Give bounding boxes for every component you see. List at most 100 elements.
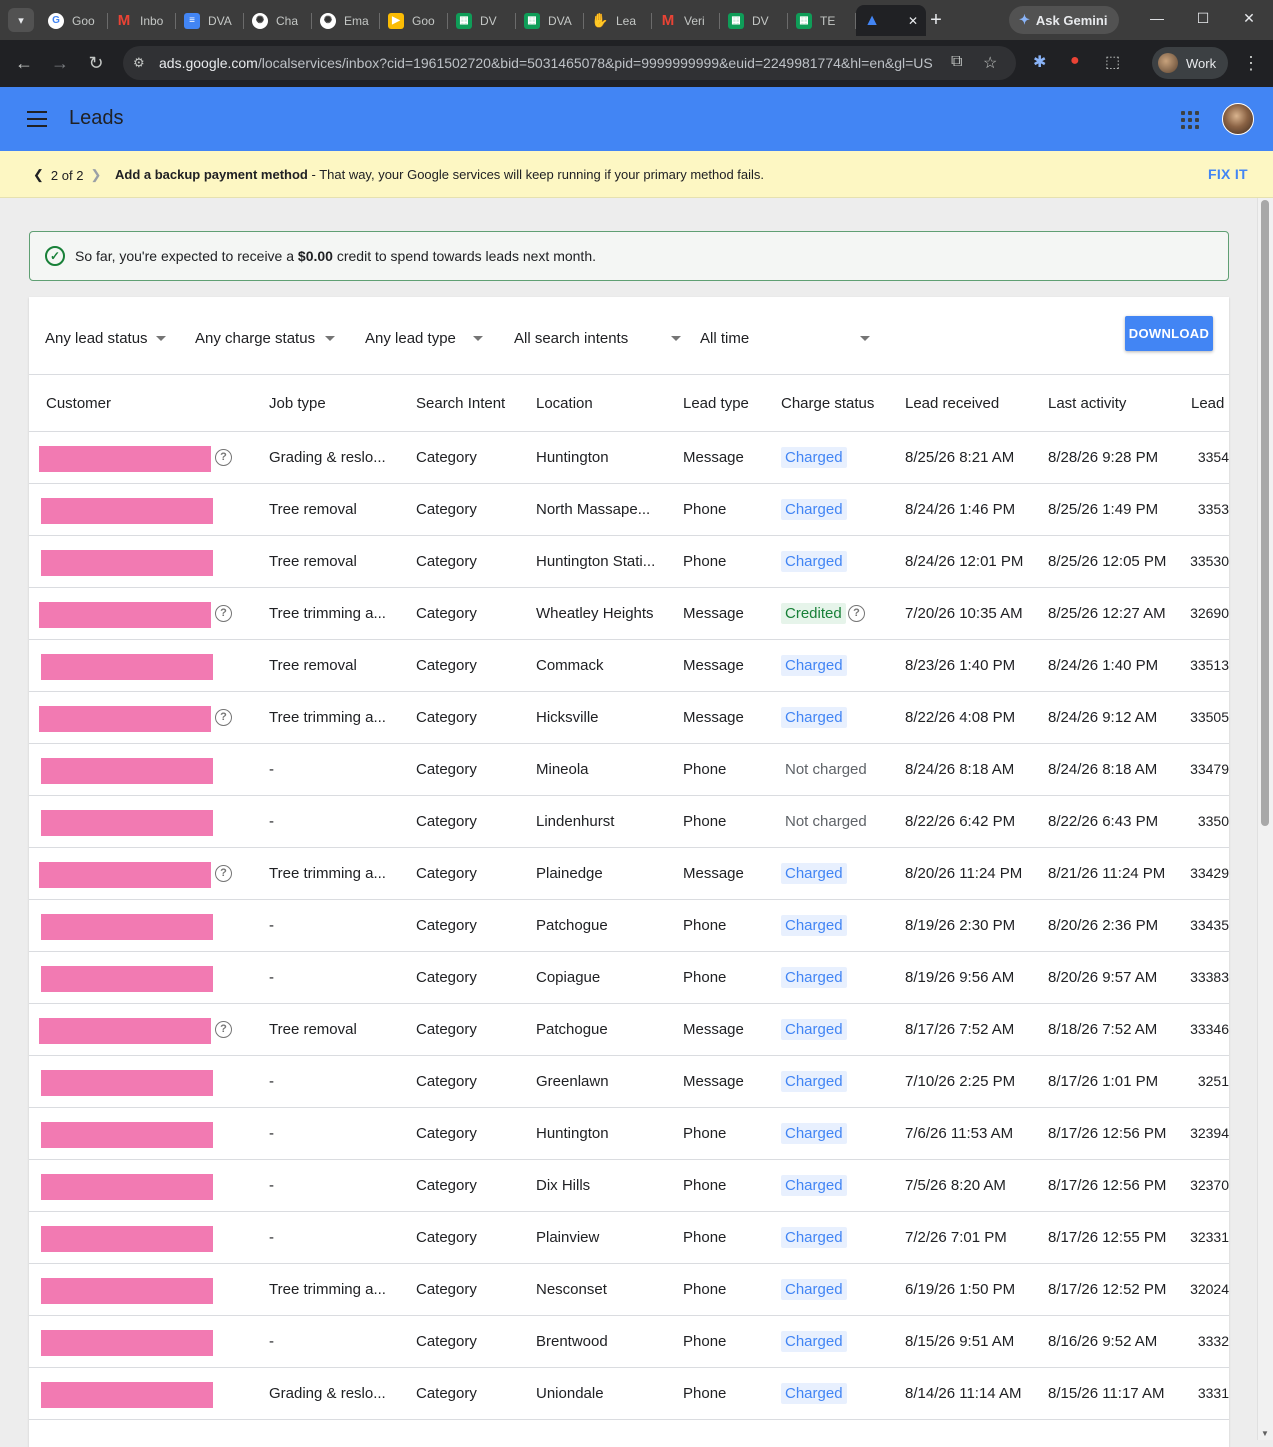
table-row[interactable]: Tree trimming a... Category Nesconset Phone… bbox=[29, 1264, 1229, 1316]
maximize-icon[interactable]: ☐ bbox=[1193, 10, 1213, 27]
customer-name-redacted[interactable] bbox=[41, 498, 213, 524]
table-row[interactable]: ? Tree removal Category Patchogue Message 8/1… bbox=[29, 1004, 1229, 1056]
table-row[interactable]: - Category Greenlawn Message 7/10/26 2:25 PM… bbox=[29, 1056, 1229, 1108]
table-row[interactable]: Tree removal Category Commack Message 8/23/2… bbox=[29, 640, 1229, 692]
help-icon[interactable]: ? bbox=[215, 605, 232, 622]
fix-it-button[interactable]: FIX IT bbox=[1208, 166, 1248, 182]
page-scrollbar[interactable]: ▼ bbox=[1257, 198, 1273, 1440]
browser-tab[interactable]: ✺ Cha bbox=[244, 5, 312, 36]
table-row[interactable]: - Category Copiague Phone 8/19/26 9:56 AM 8/2… bbox=[29, 952, 1229, 1004]
table-row[interactable]: - Category Plainview Phone 7/2/26 7:01 PM 8/1… bbox=[29, 1212, 1229, 1264]
browser-tab[interactable]: M Inbo bbox=[108, 5, 176, 36]
browser-tab[interactable]: M Veri bbox=[652, 5, 720, 36]
customer-name-redacted[interactable] bbox=[41, 1382, 213, 1408]
browser-tab[interactable]: G Goo bbox=[40, 5, 108, 36]
close-window-icon[interactable]: ✕ bbox=[1239, 10, 1259, 27]
customer-name-redacted[interactable] bbox=[41, 1174, 213, 1200]
help-icon[interactable]: ? bbox=[215, 709, 232, 726]
column-header-search-intent[interactable]: Search Intent bbox=[416, 395, 505, 412]
table-row[interactable] bbox=[29, 1420, 1229, 1447]
help-icon[interactable]: ? bbox=[215, 449, 232, 466]
next-notice-icon[interactable]: ❯ bbox=[90, 167, 101, 183]
customer-name-redacted[interactable] bbox=[41, 550, 213, 576]
close-tab-icon[interactable]: ✕ bbox=[908, 14, 918, 28]
table-row[interactable]: Tree removal Category Huntington Stati... P… bbox=[29, 536, 1229, 588]
column-header-last-activity[interactable]: Last activity bbox=[1048, 395, 1126, 412]
customer-name-redacted[interactable] bbox=[41, 1122, 213, 1148]
charge-status-filter[interactable]: Any charge status bbox=[195, 330, 335, 347]
table-row[interactable]: - Category Dix Hills Phone 7/5/26 8:20 AM 8/1… bbox=[29, 1160, 1229, 1212]
reload-icon[interactable]: ↻ bbox=[85, 53, 107, 73]
bookmark-star-icon[interactable]: ☆ bbox=[983, 53, 997, 73]
customer-name-redacted[interactable] bbox=[41, 810, 213, 836]
browser-tab[interactable]: ▦ DV bbox=[448, 5, 516, 36]
table-row[interactable]: - Category Patchogue Phone 8/19/26 2:30 PM 8/… bbox=[29, 900, 1229, 952]
install-app-icon[interactable]: ⧉ bbox=[951, 53, 962, 71]
account-avatar[interactable] bbox=[1222, 103, 1254, 135]
customer-name-redacted[interactable] bbox=[41, 914, 213, 940]
browser-tab[interactable]: ≡ DVA bbox=[176, 5, 244, 36]
help-icon[interactable]: ? bbox=[215, 865, 232, 882]
customer-name-redacted[interactable] bbox=[41, 1226, 213, 1252]
table-row[interactable]: - Category Lindenhurst Phone 8/22/26 6:42 PM… bbox=[29, 796, 1229, 848]
site-info-icon[interactable]: ⚙ bbox=[133, 55, 145, 71]
lead-type-filter[interactable]: Any lead type bbox=[365, 330, 483, 347]
customer-name-redacted[interactable] bbox=[41, 1330, 213, 1356]
extension-warning-icon[interactable]: ● bbox=[1070, 52, 1080, 70]
browser-tab[interactable]: ▦ TE bbox=[788, 5, 856, 36]
browser-tab[interactable]: ▲ ✕ bbox=[856, 5, 926, 36]
table-row[interactable]: ? Grading & reslo... Category Huntington Mes… bbox=[29, 432, 1229, 484]
ask-gemini-button[interactable]: ✦ Ask Gemini bbox=[1009, 6, 1120, 34]
download-button[interactable]: DOWNLOAD bbox=[1125, 316, 1213, 351]
scrollbar-thumb[interactable] bbox=[1261, 200, 1269, 826]
menu-icon[interactable] bbox=[27, 111, 47, 127]
customer-name-redacted[interactable] bbox=[39, 602, 211, 628]
customer-name-redacted[interactable] bbox=[41, 966, 213, 992]
address-bar[interactable]: ⚙ ads.google.com/localservices/inbox?cid… bbox=[123, 46, 1016, 80]
column-header-customer[interactable]: Customer bbox=[46, 395, 111, 412]
column-header-location[interactable]: Location bbox=[536, 395, 593, 412]
lead-status-filter[interactable]: Any lead status bbox=[45, 330, 166, 347]
browser-tab[interactable]: ▶ Goo bbox=[380, 5, 448, 36]
customer-name-redacted[interactable] bbox=[39, 706, 211, 732]
column-header-lead-received[interactable]: Lead received bbox=[905, 395, 999, 412]
browser-tab[interactable]: ▦ DV bbox=[720, 5, 788, 36]
browser-tab[interactable]: ✺ Ema bbox=[312, 5, 380, 36]
customer-name-redacted[interactable] bbox=[41, 1070, 213, 1096]
table-row[interactable]: - Category Huntington Phone 7/6/26 11:53 AM 8… bbox=[29, 1108, 1229, 1160]
column-header-lead-id[interactable]: Lead bbox=[1191, 395, 1224, 412]
url-text[interactable]: ads.google.com/localservices/inbox?cid=1… bbox=[159, 55, 949, 71]
previous-notice-icon[interactable]: ❮ bbox=[33, 167, 44, 183]
table-row[interactable]: ? Tree trimming a... Category Wheatley Heig… bbox=[29, 588, 1229, 640]
extensions-puzzle-icon[interactable]: ⬚ bbox=[1105, 52, 1120, 72]
date-range-filter[interactable]: All time bbox=[700, 330, 870, 347]
scroll-down-icon[interactable]: ▼ bbox=[1261, 1429, 1269, 1438]
column-header-lead-type[interactable]: Lead type bbox=[683, 395, 749, 412]
browser-tab[interactable]: ✋ Lea bbox=[584, 5, 652, 36]
customer-name-redacted[interactable] bbox=[39, 1018, 211, 1044]
minimize-icon[interactable]: — bbox=[1147, 10, 1167, 26]
forward-icon[interactable]: → bbox=[49, 53, 71, 73]
profile-button[interactable]: Work bbox=[1152, 47, 1229, 79]
customer-name-redacted[interactable] bbox=[41, 1278, 213, 1304]
customer-name-redacted[interactable] bbox=[41, 654, 213, 680]
customer-name-redacted[interactable] bbox=[39, 862, 211, 888]
tab-search-button[interactable]: ▾ bbox=[8, 8, 34, 32]
new-tab-button[interactable]: + bbox=[926, 8, 946, 32]
table-row[interactable]: ? Tree trimming a... Category Plainedge Mess… bbox=[29, 848, 1229, 900]
extension-gear-icon[interactable]: ✱ bbox=[1033, 52, 1046, 72]
browser-tab[interactable]: ▦ DVA bbox=[516, 5, 584, 36]
column-header-charge-status[interactable]: Charge status bbox=[781, 395, 874, 412]
browser-menu-icon[interactable]: ⋮ bbox=[1242, 53, 1260, 74]
table-row[interactable]: Grading & reslo... Category Uniondale Phone… bbox=[29, 1368, 1229, 1420]
column-header-job-type[interactable]: Job type bbox=[269, 395, 326, 412]
table-row[interactable]: - Category Brentwood Phone 8/15/26 9:51 AM 8/… bbox=[29, 1316, 1229, 1368]
search-intent-filter[interactable]: All search intents bbox=[514, 330, 681, 347]
back-icon[interactable]: ← bbox=[13, 53, 35, 73]
table-row[interactable]: Tree removal Category North Massape... Phon… bbox=[29, 484, 1229, 536]
help-icon[interactable]: ? bbox=[848, 605, 865, 622]
customer-name-redacted[interactable] bbox=[39, 446, 211, 472]
customer-name-redacted[interactable] bbox=[41, 758, 213, 784]
table-row[interactable]: ? Tree trimming a... Category Hicksville Mes… bbox=[29, 692, 1229, 744]
apps-grid-icon[interactable] bbox=[1181, 111, 1199, 129]
